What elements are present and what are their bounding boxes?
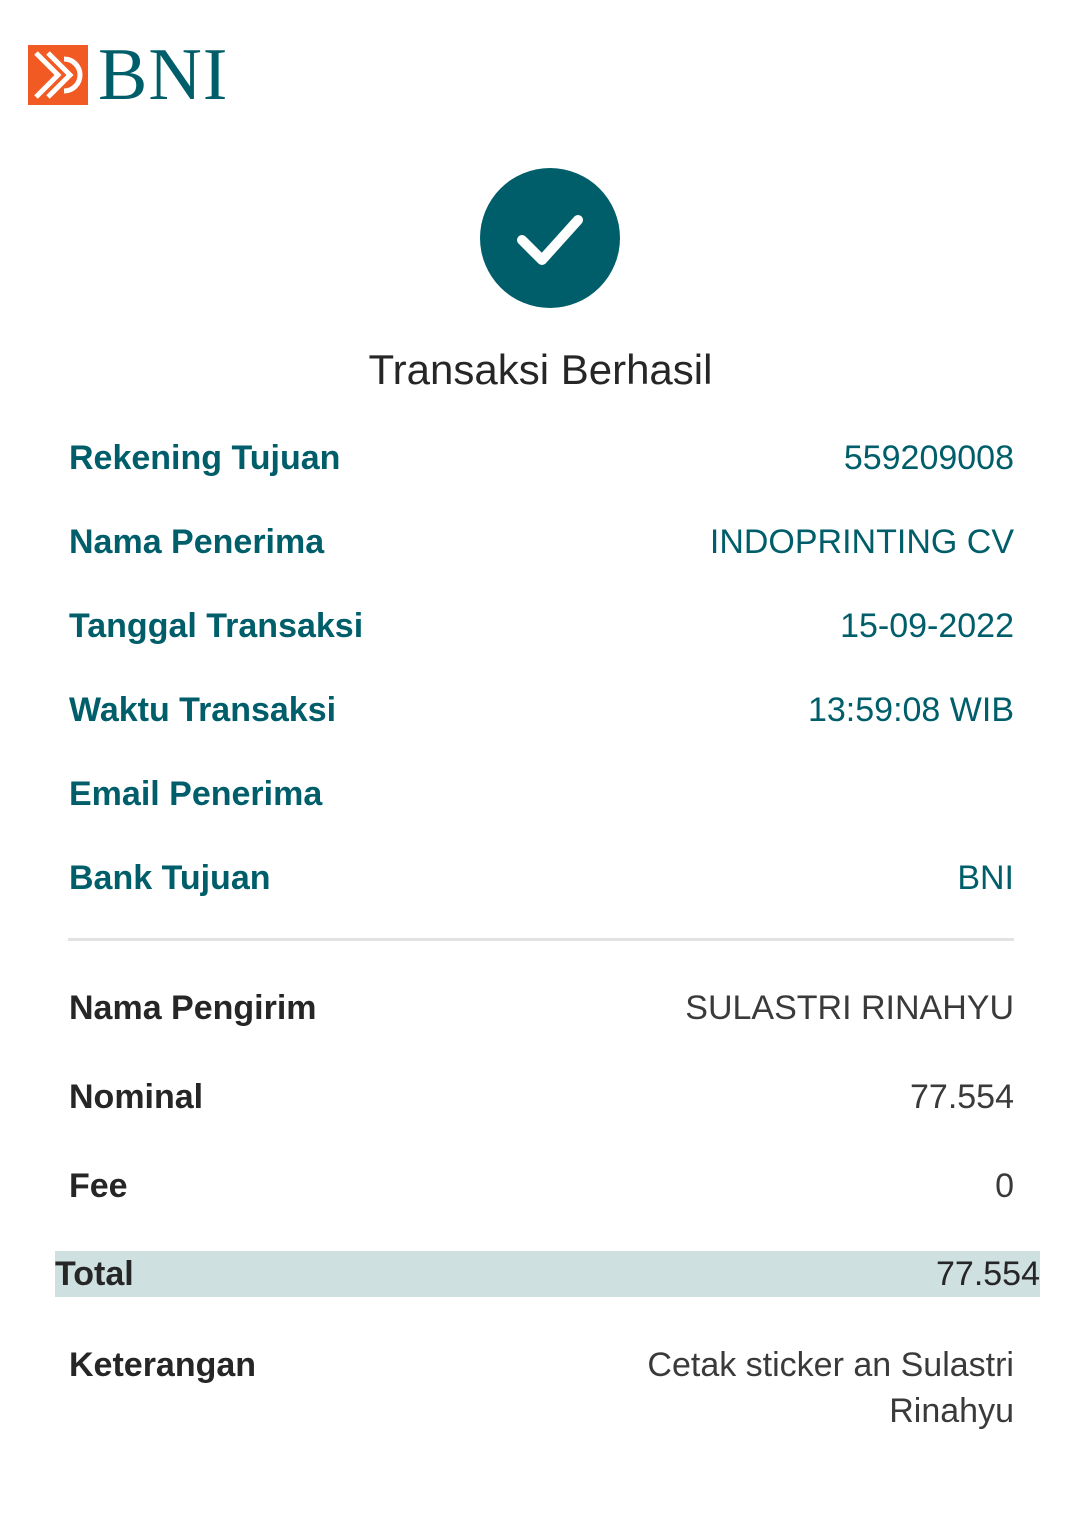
detail-value: INDOPRINTING CV — [709, 523, 1014, 561]
page-title: Transaksi Berhasil — [368, 346, 713, 393]
detail-row-email-penerima: Email Penerima — [69, 771, 1014, 817]
total-row: Total 77.554 — [55, 1251, 1040, 1297]
note-label: Keterangan — [69, 1346, 257, 1384]
detail-label: Nama Penerima — [69, 523, 325, 561]
detail-label: Rekening Tujuan — [69, 439, 341, 477]
detail-row-tanggal-transaksi: Tanggal Transaksi 15-09-2022 — [69, 603, 1014, 649]
bni-logo-icon — [28, 45, 88, 105]
detail-row-nominal: Nominal 77.554 — [69, 1074, 1014, 1120]
success-badge — [480, 168, 620, 308]
detail-label: Waktu Transaksi — [69, 691, 337, 729]
detail-row-keterangan: Keterangan Cetak sticker an Sulastri Rin… — [69, 1342, 1014, 1434]
detail-row-nama-penerima: Nama Penerima INDOPRINTING CV — [69, 519, 1014, 565]
bni-logo-text: BNI — [98, 34, 229, 116]
detail-label: Fee — [69, 1167, 128, 1205]
detail-value: BNI — [957, 859, 1014, 897]
total-value: 77.554 — [936, 1255, 1040, 1293]
detail-label: Bank Tujuan — [69, 859, 271, 897]
detail-row-bank-tujuan: Bank Tujuan BNI — [69, 855, 1014, 901]
detail-value: 559209008 — [843, 439, 1014, 477]
section-divider — [68, 938, 1014, 941]
note-value: Cetak sticker an Sulastri Rinahyu — [647, 1346, 1014, 1430]
detail-value: 0 — [995, 1167, 1014, 1205]
detail-value: 77.554 — [910, 1078, 1014, 1116]
detail-value: 13:59:08 WIB — [807, 691, 1014, 729]
checkmark-icon — [517, 215, 583, 265]
bni-logo: BNI — [28, 34, 229, 116]
detail-row-fee: Fee 0 — [69, 1163, 1014, 1209]
detail-row-rekening-tujuan: Rekening Tujuan 559209008 — [69, 435, 1014, 481]
detail-value: 15-09-2022 — [840, 607, 1014, 645]
total-label: Total — [55, 1255, 134, 1293]
detail-label: Tanggal Transaksi — [69, 607, 364, 645]
detail-row-nama-pengirim: Nama Pengirim SULASTRI RINAHYU — [69, 985, 1014, 1031]
detail-row-waktu-transaksi: Waktu Transaksi 13:59:08 WIB — [69, 687, 1014, 733]
detail-label: Email Penerima — [69, 775, 323, 813]
detail-label: Nama Pengirim — [69, 989, 317, 1027]
detail-label: Nominal — [69, 1078, 204, 1116]
detail-value: SULASTRI RINAHYU — [685, 989, 1014, 1027]
